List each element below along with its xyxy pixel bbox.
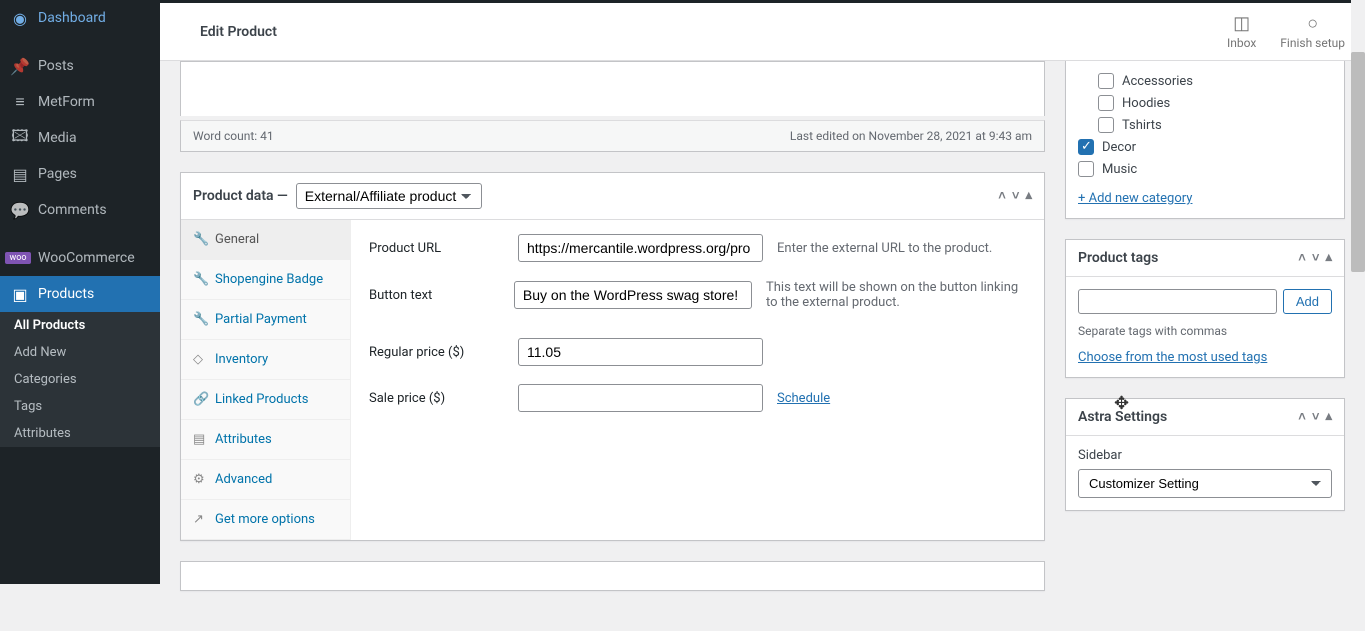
woo-icon: woo: [10, 248, 30, 268]
tab-partial-payment[interactable]: 🔧Partial Payment: [181, 300, 350, 340]
menu-pages[interactable]: ▤Pages: [0, 156, 160, 192]
editor-area[interactable]: [180, 61, 1045, 116]
tab-attributes[interactable]: ▤Attributes: [181, 420, 350, 460]
category-checkbox-decor[interactable]: [1078, 139, 1094, 155]
schedule-link[interactable]: Schedule: [777, 391, 830, 406]
submenu-add-new[interactable]: Add New: [0, 339, 160, 366]
pin-icon: 📌: [10, 56, 30, 76]
finish-setup-icon: ○: [1307, 13, 1318, 34]
products-icon: ▣: [10, 284, 30, 304]
wrench-icon: 🔧: [193, 312, 207, 327]
product-data-title: Product data —: [193, 188, 288, 204]
last-edited: Last edited on November 28, 2021 at 9:43…: [790, 129, 1032, 143]
submenu-categories[interactable]: Categories: [0, 366, 160, 393]
link-icon: 🔗: [193, 392, 207, 407]
page-title: Edit Product: [180, 24, 277, 40]
add-tag-button[interactable]: Add: [1283, 289, 1332, 314]
tab-advanced[interactable]: ⚙Advanced: [181, 460, 350, 500]
page-scrollbar[interactable]: [1351, 0, 1365, 584]
product-data-tabs: 🔧General 🔧Shopengine Badge 🔧Partial Paym…: [181, 220, 351, 540]
dashboard-icon: ◉: [10, 8, 30, 28]
astra-title: Astra Settings: [1078, 409, 1167, 425]
admin-sidebar: ◉Dashboard 📌Posts ≡MetForm 🖾Media ▤Pages…: [0, 0, 160, 584]
wrench-icon: 🔧: [193, 232, 207, 247]
category-item[interactable]: Tshirts: [1098, 117, 1332, 133]
astra-sidebar-select[interactable]: Customizer Setting: [1078, 469, 1332, 498]
products-submenu: All Products Add New Categories Tags Att…: [0, 312, 160, 447]
word-count: Word count: 41: [193, 129, 274, 143]
menu-media[interactable]: 🖾Media: [0, 120, 160, 156]
move-down-icon[interactable]: ˅: [1312, 409, 1320, 425]
form-icon: ≡: [10, 92, 30, 112]
clipboard-icon: ◇: [193, 352, 207, 367]
inbox-button[interactable]: ◫Inbox: [1227, 13, 1256, 50]
sale-price-label: Sale price ($): [369, 391, 504, 406]
submenu-all-products[interactable]: All Products: [0, 312, 160, 339]
product-tags-title: Product tags: [1078, 250, 1158, 266]
astra-settings-box: Astra Settings ˄ ˅ ▴ Sidebar Customizer …: [1065, 398, 1345, 511]
category-checkbox-music[interactable]: [1078, 161, 1094, 177]
editor-status-bar: Word count: 41 Last edited on November 2…: [180, 120, 1045, 152]
toggle-panel-icon[interactable]: ▴: [1325, 409, 1332, 425]
list-icon: ▤: [193, 432, 207, 447]
menu-metform[interactable]: ≡MetForm: [0, 84, 160, 120]
astra-sidebar-label: Sidebar: [1078, 448, 1332, 463]
tab-linked-products[interactable]: 🔗Linked Products: [181, 380, 350, 420]
category-item[interactable]: Music: [1078, 161, 1332, 177]
toggle-panel-icon[interactable]: ▴: [1025, 188, 1032, 204]
submenu-attributes[interactable]: Attributes: [0, 420, 160, 447]
category-item[interactable]: Hoodies: [1098, 95, 1332, 111]
product-url-input[interactable]: [518, 234, 763, 262]
button-text-input[interactable]: [514, 281, 752, 309]
move-down-icon[interactable]: ˅: [1012, 188, 1020, 204]
menu-woocommerce[interactable]: wooWooCommerce: [0, 240, 160, 276]
media-icon: 🖾: [10, 128, 30, 148]
category-item[interactable]: Decor: [1078, 139, 1332, 155]
move-up-icon[interactable]: ˄: [998, 188, 1006, 204]
product-data-box: Product data — External/Affiliate produc…: [180, 172, 1045, 541]
gear-icon: ⚙: [193, 472, 207, 487]
plus-icon: ↗: [193, 512, 207, 527]
topbar: Edit Product ◫Inbox ○Finish setup: [160, 3, 1365, 61]
tab-get-more-options[interactable]: ↗Get more options: [181, 500, 350, 540]
tab-shopengine-badge[interactable]: 🔧Shopengine Badge: [181, 260, 350, 300]
pages-icon: ▤: [10, 164, 30, 184]
category-checkbox-hoodies[interactable]: [1098, 95, 1114, 111]
comments-icon: 💬: [10, 200, 30, 220]
move-up-icon[interactable]: ˄: [1298, 250, 1306, 266]
tags-input[interactable]: [1078, 289, 1277, 314]
toggle-panel-icon[interactable]: ▴: [1325, 250, 1332, 266]
product-type-select[interactable]: External/Affiliate product: [296, 183, 482, 209]
add-new-category-link[interactable]: + Add new category: [1078, 191, 1192, 206]
menu-posts[interactable]: 📌Posts: [0, 48, 160, 84]
tags-hint: Separate tags with commas: [1078, 324, 1332, 338]
tab-panel-general: Product URL Enter the external URL to th…: [351, 220, 1044, 540]
regular-price-input[interactable]: [518, 338, 763, 366]
category-checkbox-accessories[interactable]: [1098, 73, 1114, 89]
scrollbar-thumb[interactable]: [1351, 52, 1365, 272]
move-up-icon[interactable]: ˄: [1298, 409, 1306, 425]
menu-dashboard[interactable]: ◉Dashboard: [0, 0, 160, 36]
product-url-desc: Enter the external URL to the product.: [777, 241, 992, 256]
finish-setup-button[interactable]: ○Finish setup: [1280, 13, 1345, 50]
inbox-icon: ◫: [1233, 13, 1250, 34]
next-postbox: [180, 561, 1045, 591]
button-text-label: Button text: [369, 288, 500, 303]
move-down-icon[interactable]: ˅: [1312, 250, 1320, 266]
regular-price-label: Regular price ($): [369, 345, 504, 360]
product-categories-box: Accessories Hoodies Tshirts Decor Music …: [1065, 61, 1345, 219]
button-text-desc: This text will be shown on the button li…: [766, 280, 1026, 310]
choose-used-tags-link[interactable]: Choose from the most used tags: [1078, 350, 1267, 365]
menu-comments[interactable]: 💬Comments: [0, 192, 160, 228]
tab-general[interactable]: 🔧General: [181, 220, 350, 260]
submenu-tags[interactable]: Tags: [0, 393, 160, 420]
wrench-icon: 🔧: [193, 272, 207, 287]
category-checkbox-tshirts[interactable]: [1098, 117, 1114, 133]
product-url-label: Product URL: [369, 241, 504, 256]
tab-inventory[interactable]: ◇Inventory: [181, 340, 350, 380]
menu-products[interactable]: ▣Products: [0, 276, 160, 312]
product-tags-box: Product tags ˄ ˅ ▴ Add Separate tags wit…: [1065, 239, 1345, 378]
category-item[interactable]: Accessories: [1098, 73, 1332, 89]
sale-price-input[interactable]: [518, 384, 763, 412]
